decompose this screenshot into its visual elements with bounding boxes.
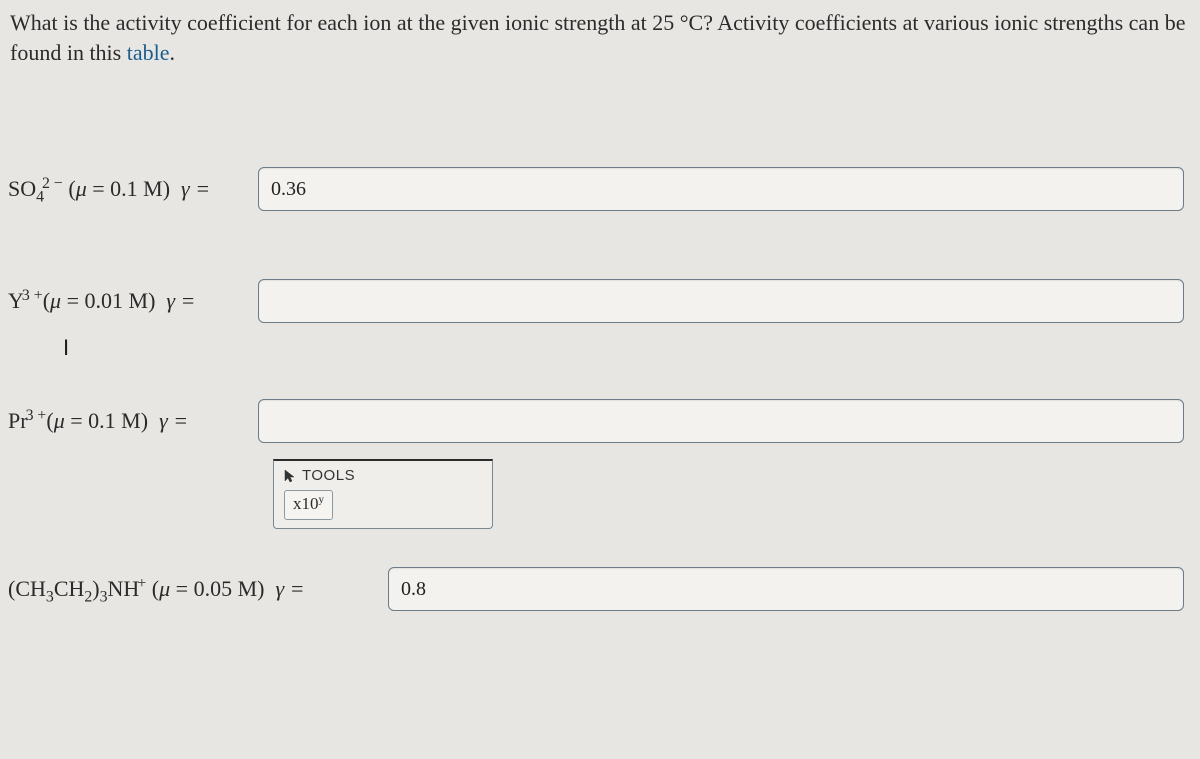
label-so4: SO42 − (μ = 0.1 M) γ = xyxy=(8,176,258,202)
table-link[interactable]: table xyxy=(127,40,170,65)
input-amine-gamma[interactable] xyxy=(388,567,1184,611)
tools-title: TOOLS xyxy=(284,467,482,484)
answer-row-pr: Pr3 +(μ = 0.1 M) γ = xyxy=(8,399,1190,443)
label-y: Y3 +(μ = 0.01 M) γ = xyxy=(8,288,258,314)
question-text: What is the activity coefficient for eac… xyxy=(0,0,1200,67)
cursor-icon xyxy=(284,469,296,483)
input-y-gamma[interactable] xyxy=(258,279,1184,323)
text-cursor-icon: I xyxy=(63,335,1190,361)
sci-notation-button[interactable]: x10y xyxy=(284,490,333,520)
answer-row-y: Y3 +(μ = 0.01 M) γ = xyxy=(8,279,1190,323)
tools-panel: TOOLS x10y xyxy=(273,459,493,529)
question-part-a: What is the activity coefficient for eac… xyxy=(10,10,1185,65)
input-pr-gamma[interactable] xyxy=(258,399,1184,443)
label-amine: (CH3CH2)3NH+ (μ = 0.05 M) γ = xyxy=(8,576,388,602)
answer-row-amine: (CH3CH2)3NH+ (μ = 0.05 M) γ = xyxy=(8,567,1190,611)
label-pr: Pr3 +(μ = 0.1 M) γ = xyxy=(8,408,258,434)
input-so4-gamma[interactable] xyxy=(258,167,1184,211)
question-part-b: . xyxy=(170,40,176,65)
answer-row-so4: SO42 − (μ = 0.1 M) γ = xyxy=(8,167,1190,211)
